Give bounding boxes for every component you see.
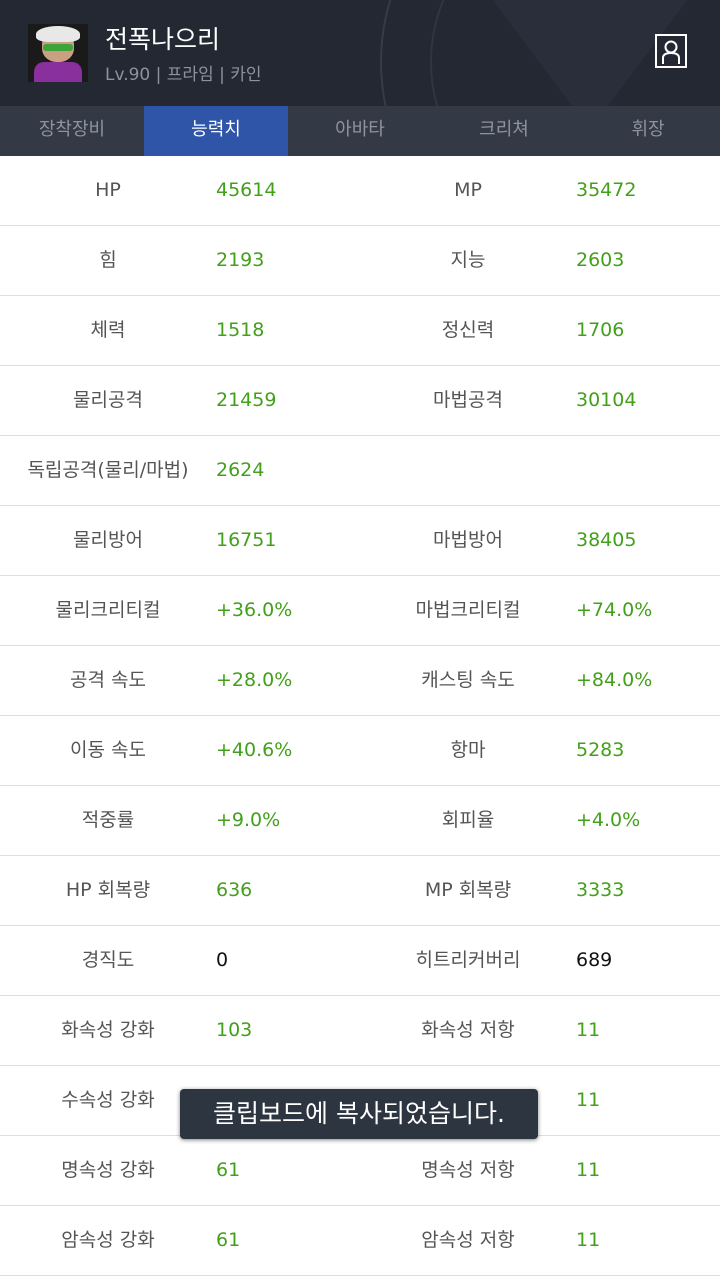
stat-value: +28.0% [216, 669, 293, 691]
stat-value: 0 [216, 949, 229, 971]
stat-row: 명속성 강화 61 명속성 저항 11 [0, 1136, 720, 1206]
stat-row: 물리방어 16751 마법방어 38405 [0, 506, 720, 576]
stat-value: 61 [216, 1159, 241, 1181]
stat-row: 경직도 0 히트리커버리 689 [0, 926, 720, 996]
stat-value: 11 [576, 1089, 601, 1111]
stat-row: 체력 1518 정신력 1706 [0, 296, 720, 366]
stat-label: 항마 [450, 739, 486, 761]
stat-value: 3333 [576, 879, 625, 901]
stat-value: +74.0% [576, 599, 653, 621]
stat-value: 1518 [216, 319, 265, 341]
stat-value: 5283 [576, 739, 625, 761]
stat-label: 공격 속도 [70, 669, 146, 691]
stat-row: 힘 2193 지능 2603 [0, 226, 720, 296]
stat-value: 45614 [216, 179, 277, 201]
stat-label: MP 회복량 [424, 879, 512, 901]
stat-value: +9.0% [216, 809, 281, 831]
stat-row: 물리크리티컬 +36.0% 마법크리티컬 +74.0% [0, 576, 720, 646]
tab-equipment[interactable]: 장착장비 [0, 106, 144, 156]
stat-label: 물리방어 [73, 529, 143, 551]
tab-bar: 장착장비 능력치 아바타 크리쳐 휘장 [0, 106, 720, 156]
stat-label: 히트리커버리 [415, 949, 521, 971]
stat-value: 11 [576, 1159, 601, 1181]
stat-label: HP 회복량 [65, 879, 151, 901]
stat-row: 물리공격 21459 마법공격 30104 [0, 366, 720, 436]
stat-label: 명속성 저항 [421, 1159, 515, 1181]
stat-label: 정신력 [441, 319, 495, 341]
stat-value: 61 [216, 1229, 241, 1251]
stat-row: HP 45614 MP 35472 [0, 156, 720, 226]
stat-value: 11 [576, 1229, 601, 1251]
stat-label: MP [454, 179, 482, 201]
stat-label: 마법공격 [433, 389, 503, 411]
stat-label: 경직도 [81, 949, 135, 971]
stat-value: 38405 [576, 529, 637, 551]
stat-row: 화속성 강화 103 화속성 저항 11 [0, 996, 720, 1066]
stat-value: 30104 [576, 389, 637, 411]
character-name: 전폭나으리 [105, 25, 221, 54]
stat-label: 물리크리티컬 [55, 599, 161, 621]
tab-emblem[interactable]: 휘장 [576, 106, 720, 156]
stat-value: 35472 [576, 179, 637, 201]
stat-row: 이동 속도 +40.6% 항마 5283 [0, 716, 720, 786]
profile-button[interactable] [655, 34, 687, 68]
stat-label: 암속성 강화 [61, 1229, 155, 1251]
clipboard-toast: 클립보드에 복사되었습니다. [180, 1089, 538, 1139]
stat-label: 회피율 [441, 809, 495, 831]
stat-value: 16751 [216, 529, 277, 551]
tab-stats[interactable]: 능력치 [144, 106, 288, 156]
stat-value: +4.0% [576, 809, 641, 831]
tab-creature[interactable]: 크리쳐 [432, 106, 576, 156]
character-avatar [28, 24, 88, 82]
stat-label: 지능 [450, 249, 486, 271]
stat-label: 암속성 저항 [421, 1229, 515, 1251]
stat-label: 적중률 [81, 809, 135, 831]
stat-label: 명속성 강화 [61, 1159, 155, 1181]
stat-label: 화속성 강화 [61, 1019, 155, 1041]
stat-label: 힘 [99, 249, 117, 271]
character-level-info: Lv.90 | 프라임 | 카인 [105, 65, 262, 85]
stat-label: 독립공격(물리/마법) [27, 459, 189, 481]
person-icon [662, 40, 680, 64]
stat-row: HP 회복량 636 MP 회복량 3333 [0, 856, 720, 926]
stat-value: 689 [576, 949, 613, 971]
stat-row: 암속성 강화 61 암속성 저항 11 [0, 1206, 720, 1276]
stat-value: 2603 [576, 249, 625, 271]
stat-value: +84.0% [576, 669, 653, 691]
stat-value: 21459 [216, 389, 277, 411]
stat-value: +36.0% [216, 599, 293, 621]
stat-label: HP [95, 179, 121, 201]
stat-label: 마법방어 [433, 529, 503, 551]
stat-value: 2193 [216, 249, 265, 271]
stat-label: 캐스팅 속도 [421, 669, 515, 691]
stat-label: 이동 속도 [70, 739, 146, 761]
stat-value: 2624 [216, 459, 265, 481]
stat-row: 적중률 +9.0% 회피율 +4.0% [0, 786, 720, 856]
stat-label: 화속성 저항 [421, 1019, 515, 1041]
stat-label: 물리공격 [73, 389, 143, 411]
stat-value: 11 [576, 1019, 601, 1041]
stat-value: 1706 [576, 319, 625, 341]
stat-row: 독립공격(물리/마법) 2624 [0, 436, 720, 506]
tab-avatar[interactable]: 아바타 [288, 106, 432, 156]
stat-value: 636 [216, 879, 253, 901]
stat-label: 체력 [90, 319, 126, 341]
stat-value: 103 [216, 1019, 253, 1041]
character-header: 전폭나으리 Lv.90 | 프라임 | 카인 [0, 0, 720, 106]
stat-label: 마법크리티컬 [415, 599, 521, 621]
stat-row: 공격 속도 +28.0% 캐스팅 속도 +84.0% [0, 646, 720, 716]
stat-value: +40.6% [216, 739, 293, 761]
